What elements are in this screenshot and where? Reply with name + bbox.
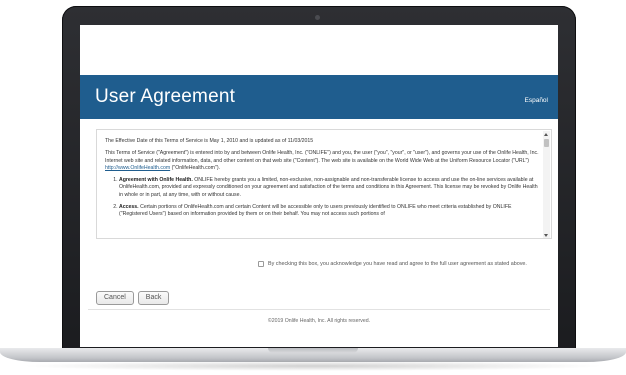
section-title: Agreement with Onlife Health. — [119, 177, 193, 184]
onlife-url-link[interactable]: http://www.OnlifeHealth.com — [105, 165, 170, 171]
agree-checkbox-label: By checking this box, you acknowledge yo… — [268, 261, 527, 267]
intro-paragraph: This Terms of Service ("Agreement") is e… — [105, 150, 539, 172]
footer-divider — [88, 309, 550, 310]
page-header: User Agreement Español — [80, 75, 558, 119]
intro-text-end: ("OnlifeHealth.com"). — [171, 164, 220, 171]
agree-checkbox-row[interactable]: By checking this box, you acknowledge yo… — [258, 261, 527, 267]
camera-icon — [315, 15, 320, 20]
back-button[interactable]: Back — [137, 291, 170, 305]
laptop-bezel: User Agreement Español The Effective Dat… — [62, 6, 576, 355]
scrollbar-thumb[interactable] — [544, 139, 549, 147]
footer-copyright: ©2019 Onlife Health, Inc. All rights res… — [267, 318, 371, 324]
effective-date-text: The Effective Date of this Terms of Serv… — [105, 138, 314, 144]
page-title: User Agreement — [95, 86, 236, 107]
laptop-notch — [268, 348, 358, 353]
agreement-sections-list: Agreement with Onlife Health. ONLIFE her… — [105, 177, 539, 218]
laptop-shadow — [20, 361, 606, 371]
laptop-screen: User Agreement Español The Effective Dat… — [80, 25, 558, 347]
list-item: Agreement with Onlife Health. ONLIFE her… — [119, 177, 539, 199]
cancel-button[interactable]: Cancel — [96, 291, 134, 305]
scrollbar[interactable] — [543, 131, 550, 238]
section-text: Certain portions of OnlifeHealth.com and… — [119, 204, 512, 218]
intro-text: This Terms of Service ("Agreement") is e… — [105, 150, 539, 164]
button-row: Cancel Back — [96, 291, 170, 305]
language-link-espanol[interactable]: Español — [525, 97, 549, 104]
list-item: Access. Certain portions of OnlifeHealth… — [119, 204, 539, 219]
scroll-down-arrow-icon[interactable] — [544, 234, 548, 237]
laptop-base — [0, 348, 626, 362]
scroll-up-arrow-icon[interactable] — [544, 133, 548, 136]
section-title: Access. — [119, 204, 139, 211]
agreement-scroll-box[interactable]: The Effective Date of this Terms of Serv… — [96, 129, 552, 239]
agree-checkbox[interactable] — [258, 261, 264, 267]
top-blank-area — [80, 25, 558, 75]
